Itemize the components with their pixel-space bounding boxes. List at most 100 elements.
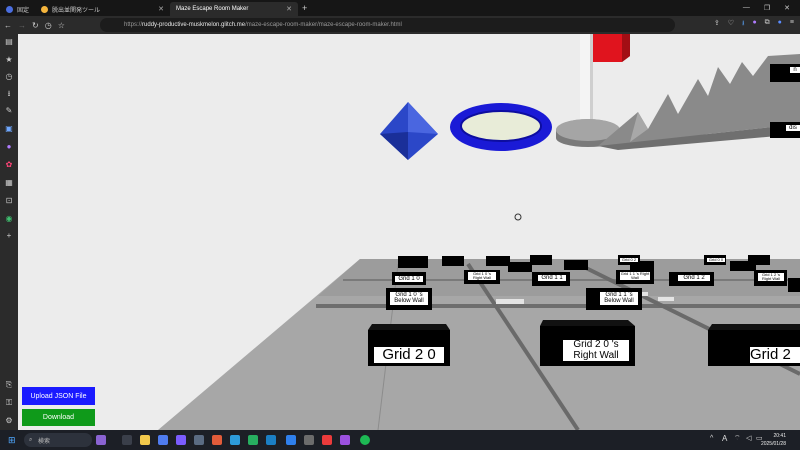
close-tab-icon[interactable]: ✕: [158, 5, 164, 13]
favorite-icon[interactable]: ♡: [728, 19, 734, 30]
label-grid-2-partial: Grid 2: [750, 347, 800, 363]
url-path: /maze-escape-room-maker/maze-escape-room…: [245, 22, 402, 28]
block-far-right: [788, 278, 800, 292]
taskbar-app-icon[interactable]: [266, 435, 276, 445]
tab-label: 脱出並関発ツール: [52, 7, 101, 14]
app-icon[interactable]: ●: [4, 142, 14, 152]
history-icon[interactable]: ◷: [45, 21, 52, 30]
network-icon[interactable]: ⌔: [734, 434, 741, 443]
tab-label: Maze Escape Room Maker: [176, 6, 249, 12]
label-grid-1-1-right-wall: Grid 1 1 's Right Wall: [620, 271, 650, 281]
label-far-partial: n: [790, 67, 800, 74]
navigation-bar: ← → ↻ ◷ ☆ https://ruddy-productive-muskm…: [0, 16, 800, 34]
reload-icon[interactable]: ↻: [32, 21, 39, 30]
extensions-icon[interactable]: ⧉: [765, 19, 770, 30]
block-row0: [486, 256, 510, 266]
floor-highlight: [496, 299, 524, 304]
settings-icon[interactable]: ⚙: [4, 416, 14, 426]
taskbar-app-icon[interactable]: [322, 435, 332, 445]
app-icon[interactable]: ⊡: [4, 196, 14, 206]
taskbar-app-icon[interactable]: [286, 435, 296, 445]
key-icon[interactable]: ⚿: [4, 398, 14, 408]
download-icon[interactable]: ⭳: [4, 89, 14, 99]
taskbar-app-icon[interactable]: [360, 435, 370, 445]
block-row0: [748, 255, 770, 265]
clock[interactable]: 20:41 2025/01/28: [761, 432, 786, 448]
block-row0: [508, 262, 532, 272]
label-grid-1-1: Grid 1 1: [538, 275, 566, 282]
back-icon[interactable]: ←: [4, 21, 12, 30]
taskbar-app-icon[interactable]: [230, 435, 240, 445]
app-icon[interactable]: ▣: [4, 124, 14, 134]
window-controls: — ❐ ✕: [743, 4, 800, 12]
layout-icon[interactable]: ⎘: [4, 380, 14, 390]
label-grid-0-2: Grid 0 2: [620, 257, 638, 263]
block-row0: [630, 261, 654, 271]
block-row0: [442, 256, 464, 266]
taskbar-app-icon[interactable]: [304, 435, 314, 445]
download-button[interactable]: Download: [22, 409, 95, 426]
history-icon[interactable]: ◷: [4, 72, 14, 82]
taskbar-app-icon[interactable]: [194, 435, 204, 445]
close-window-icon[interactable]: ✕: [784, 4, 790, 12]
upload-json-button[interactable]: Upload JSON File: [22, 387, 95, 405]
label-far-partial: dis: [786, 125, 800, 132]
label-grid-2-0-right-wall: Grid 2 0 's Right Wall: [563, 339, 629, 361]
address-bar[interactable]: https://ruddy-productive-muskmelon.glitc…: [100, 18, 675, 32]
label-grid-1-1-below-wall: Grid 1 1 's Below Wall: [600, 292, 638, 305]
taskbar-app-icon[interactable]: [140, 435, 150, 445]
tab-maze-escape-room-maker[interactable]: Maze Escape Room Maker ✕: [170, 2, 299, 16]
tab-favicon: [41, 5, 49, 13]
workspace-icon[interactable]: ▤: [4, 37, 14, 47]
taskbar-app-icon[interactable]: [176, 435, 186, 445]
scene-canvas[interactable]: Grid 2 0 Grid 2 0 's Right Wall Grid 2 G…: [18, 34, 800, 430]
cursor-icon: [514, 213, 522, 221]
ime-indicator[interactable]: A: [722, 434, 727, 443]
tray-chevron-icon[interactable]: ^: [710, 435, 713, 442]
label-grid-0-0: Grid 0 0: [707, 257, 725, 263]
download-icon[interactable]: ⭳: [742, 19, 744, 30]
tab-bar: 固定 脱出並関発ツール ✕ Maze Escape Room Maker ✕ + —…: [0, 0, 800, 16]
forward-icon[interactable]: →: [18, 21, 26, 30]
pen-icon[interactable]: ✎: [4, 106, 14, 116]
taskbar-search[interactable]: ⌕ 検索: [24, 433, 92, 447]
profile-icon[interactable]: ●: [778, 19, 782, 30]
taskbar-app-icon[interactable]: [122, 435, 132, 445]
taskbar-app-icon[interactable]: [96, 435, 106, 445]
share-icon[interactable]: ⇪: [714, 19, 720, 30]
taskbar-app-icon[interactable]: [340, 435, 350, 445]
label-grid-1-0-below-wall: Grid 1 0 's Below Wall: [390, 292, 428, 305]
start-icon[interactable]: ⊞: [8, 435, 16, 446]
pinned-tab[interactable]: 固定: [0, 2, 35, 16]
taskbar-app-icon[interactable]: [158, 435, 168, 445]
clock-time: 20:41: [773, 433, 786, 439]
block-row0: [398, 256, 428, 268]
scene-graphics: [158, 34, 800, 430]
add-icon[interactable]: +: [4, 231, 14, 241]
minimize-icon[interactable]: —: [743, 4, 750, 12]
flag-shade: [622, 34, 630, 62]
close-tab-icon[interactable]: ✕: [286, 5, 292, 13]
app-icon[interactable]: ▦: [4, 178, 14, 188]
menu-icon[interactable]: ≡: [790, 19, 794, 30]
tab-escape-tool[interactable]: 脱出並関発ツール ✕: [35, 2, 170, 16]
extension-badge-icon[interactable]: ●: [752, 19, 756, 30]
block-grid-2-0-right-wall-top: [540, 320, 635, 326]
star-icon[interactable]: ★: [4, 55, 14, 65]
taskbar-app-icon[interactable]: [212, 435, 222, 445]
app-icon[interactable]: ✿: [4, 160, 14, 170]
clock-date: 2025/01/28: [760, 441, 786, 447]
label-grid-1-2: Grid 1 2: [678, 275, 710, 282]
pinned-tab-icon: [6, 5, 13, 13]
bookmark-icon[interactable]: ☆: [58, 21, 65, 30]
octahedron-shade: [408, 102, 438, 134]
maximize-icon[interactable]: ❐: [764, 4, 770, 12]
taskbar-app-icon[interactable]: [248, 435, 258, 445]
new-tab-icon[interactable]: +: [298, 3, 311, 13]
volume-icon[interactable]: ◁: [746, 434, 751, 442]
search-placeholder: 検索: [38, 438, 51, 445]
pole-shade: [590, 34, 593, 128]
block-row0: [530, 255, 552, 265]
app-icon[interactable]: ◉: [4, 214, 14, 224]
label-grid-2-0: Grid 2 0: [374, 347, 444, 363]
